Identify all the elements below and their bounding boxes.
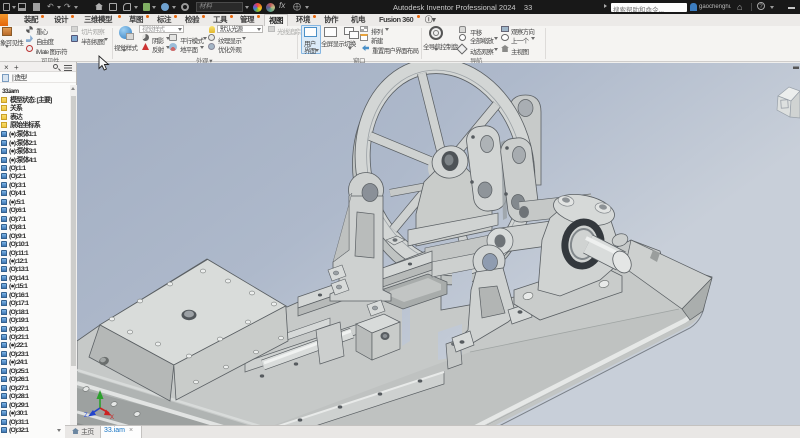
svg-text:Z: Z xyxy=(84,413,88,419)
svg-text:X: X xyxy=(110,415,114,421)
